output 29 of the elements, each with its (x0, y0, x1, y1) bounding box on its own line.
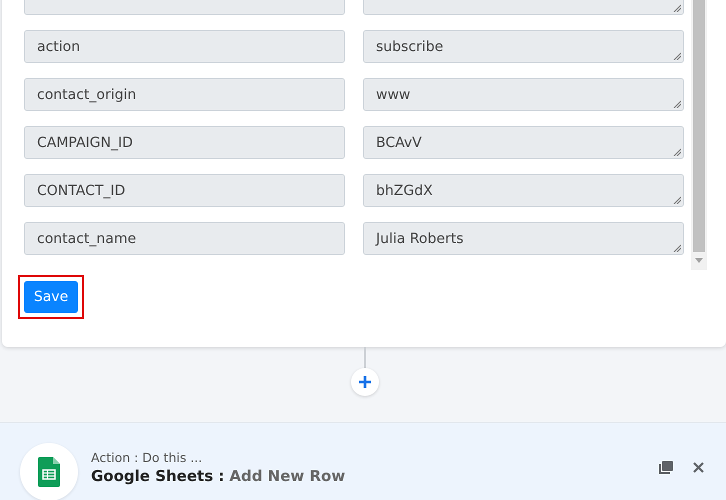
field-name-input[interactable]: CAMPAIGN_ID (24, 126, 345, 159)
field-value-textarea[interactable]: BCAvV (363, 126, 684, 159)
spreadsheet-icon (38, 456, 60, 486)
resize-handle-icon[interactable] (673, 148, 681, 156)
event-name: Add New Row (229, 467, 346, 485)
resize-handle-icon[interactable] (673, 52, 681, 60)
field-value-textarea[interactable]: Julia Roberts (363, 222, 684, 255)
scroll-down-icon[interactable] (695, 258, 703, 263)
field-value-textarea[interactable]: subscribe (363, 30, 684, 63)
plus-icon (358, 375, 372, 389)
field-name-input[interactable]: contact_origin (24, 78, 345, 111)
add-step-button[interactable] (351, 368, 379, 396)
resize-handle-icon[interactable] (673, 4, 681, 12)
copy-icon[interactable] (658, 460, 673, 474)
app-name: Google Sheets : (91, 467, 224, 485)
field-name-input[interactable]: contact_name (24, 222, 345, 255)
resize-handle-icon[interactable] (673, 100, 681, 108)
scrollbar-thumb[interactable] (693, 0, 705, 252)
field-value-textarea[interactable]: www (363, 78, 684, 111)
field-value-textarea[interactable]: bhZGdX (363, 174, 684, 207)
action-step-panel[interactable]: Action : Do this ... Google Sheets : Add New Row (0, 422, 726, 500)
save-button[interactable]: Save (24, 281, 78, 313)
field-name-input[interactable]: action (24, 30, 345, 63)
resize-handle-icon[interactable] (673, 244, 681, 252)
close-icon[interactable] (693, 462, 704, 473)
step-caption: Action : Do this ... (91, 450, 204, 465)
field-name-input[interactable]: CONTACT_ID (24, 174, 345, 207)
resize-handle-icon[interactable] (673, 196, 681, 204)
scrollbar[interactable] (691, 0, 707, 270)
